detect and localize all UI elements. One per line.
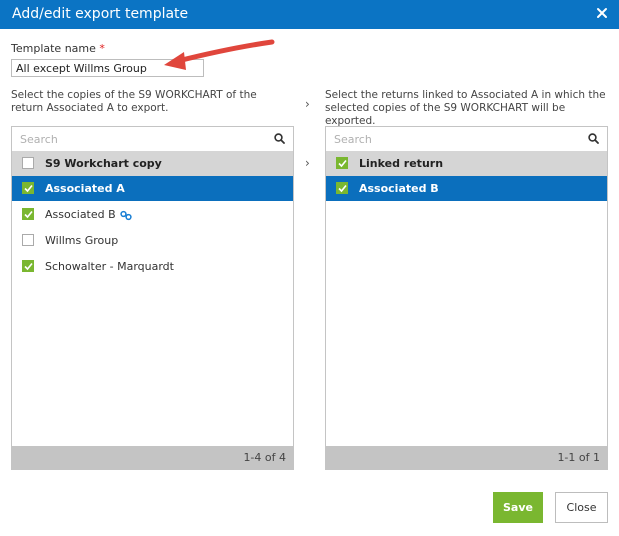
list-item[interactable]: Associated A bbox=[12, 176, 293, 201]
link-icon bbox=[120, 210, 132, 221]
save-button[interactable]: Save bbox=[493, 492, 543, 523]
list-item-label: Willms Group bbox=[45, 234, 119, 247]
dialog-title-bar: Add/edit export template bbox=[0, 0, 619, 29]
list-header-row[interactable]: Linked return bbox=[326, 151, 607, 176]
list-item[interactable]: Associated B bbox=[326, 176, 607, 201]
item-checkbox[interactable] bbox=[336, 182, 348, 194]
left-search-input[interactable] bbox=[18, 130, 252, 149]
close-icon[interactable] bbox=[595, 6, 609, 20]
workchart-copy-list: S9 Workchart copy Associated A Associate… bbox=[11, 126, 294, 470]
dialog-title: Add/edit export template bbox=[12, 6, 189, 22]
search-icon[interactable] bbox=[588, 133, 599, 144]
item-checkbox[interactable] bbox=[22, 260, 34, 272]
left-item-count: 1-4 of 4 bbox=[243, 451, 286, 464]
item-checkbox[interactable] bbox=[22, 208, 34, 220]
left-search-box bbox=[12, 127, 293, 152]
select-all-checkbox[interactable] bbox=[22, 157, 34, 169]
required-mark: * bbox=[99, 42, 105, 55]
list-header-label: Linked return bbox=[359, 157, 444, 170]
annotation-arrow-icon bbox=[164, 39, 275, 70]
item-checkbox[interactable] bbox=[22, 234, 34, 246]
list-header-label: S9 Workchart copy bbox=[45, 157, 162, 170]
list-item-label: Associated B bbox=[45, 208, 116, 221]
search-icon[interactable] bbox=[274, 133, 285, 144]
select-all-checkbox[interactable] bbox=[336, 157, 348, 169]
list-item-label: Associated B bbox=[359, 182, 439, 195]
list-item-label: Associated A bbox=[45, 182, 125, 195]
list-header-row[interactable]: S9 Workchart copy bbox=[12, 151, 293, 176]
list-item[interactable]: Willms Group bbox=[12, 228, 293, 253]
right-description: Select the returns linked to Associated … bbox=[325, 89, 606, 127]
item-checkbox[interactable] bbox=[22, 182, 34, 194]
right-list-footer: 1-1 of 1 bbox=[326, 446, 607, 469]
right-search-box bbox=[326, 127, 607, 152]
right-item-count: 1-1 of 1 bbox=[557, 451, 600, 464]
list-item[interactable]: Associated B bbox=[12, 202, 293, 227]
left-list-footer: 1-4 of 4 bbox=[12, 446, 293, 469]
chevron-right-icon: › bbox=[305, 156, 310, 170]
list-item[interactable]: Schowalter - Marquardt bbox=[12, 254, 293, 279]
right-search-input[interactable] bbox=[332, 130, 566, 149]
close-button[interactable]: Close bbox=[555, 492, 608, 523]
list-item-label: Schowalter - Marquardt bbox=[45, 260, 174, 273]
chevron-right-icon: › bbox=[305, 97, 310, 111]
left-description: Select the copies of the S9 WORKCHART of… bbox=[11, 89, 257, 114]
template-name-label: Template name * bbox=[11, 42, 105, 55]
linked-return-list: Linked return Associated B 1-1 of 1 bbox=[325, 126, 608, 470]
